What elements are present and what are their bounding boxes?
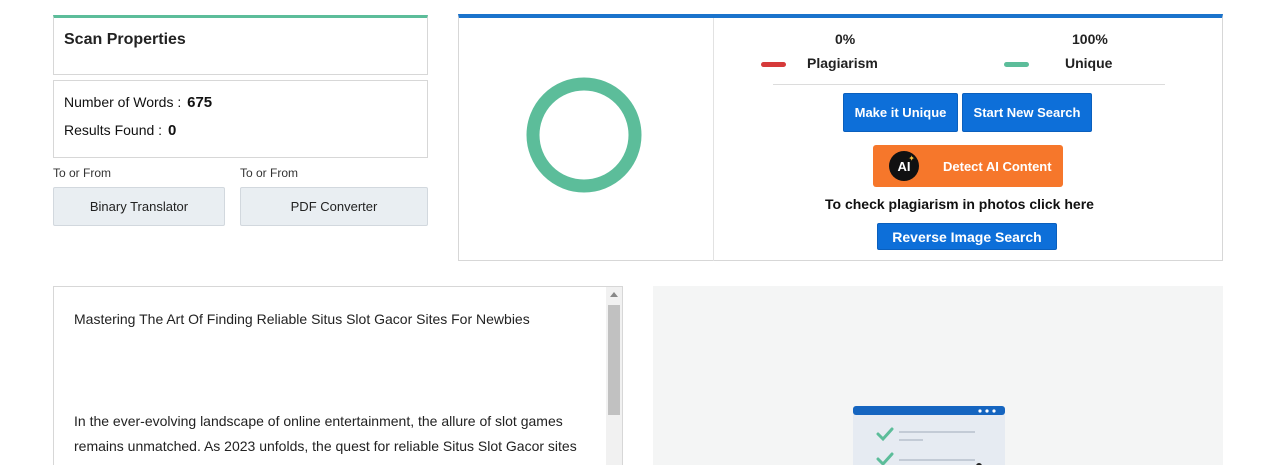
results-found-label: Results Found : [64, 122, 163, 138]
scroll-thumb[interactable] [608, 305, 620, 415]
plagiarism-legend-label: Plagiarism [807, 55, 878, 71]
scan-stats-card: Number of Words : 675 Results Found : 0 [53, 80, 428, 158]
illustration-panel [653, 286, 1223, 465]
detect-ai-content-button[interactable]: AI ✦ Detect AI Content [873, 145, 1063, 187]
unique-legend-swatch [1004, 62, 1029, 67]
legend-divider [773, 84, 1165, 85]
binary-translator-button[interactable]: Binary Translator [53, 187, 225, 226]
plagiarism-percent: 0% [835, 31, 856, 47]
tool-label-pdf: To or From [240, 166, 299, 180]
content-title: Mastering The Art Of Finding Reliable Si… [74, 311, 530, 327]
ai-badge-icon: AI ✦ [889, 151, 919, 181]
tool-label-binary: To or From [53, 166, 112, 180]
start-new-search-button[interactable]: Start New Search [962, 93, 1092, 132]
word-count: Number of Words : 675 [64, 94, 212, 111]
content-body: In the ever-evolving landscape of online… [74, 413, 577, 465]
unique-legend-label: Unique [1065, 55, 1113, 71]
reverse-image-search-button[interactable]: Reverse Image Search [877, 223, 1057, 250]
results-found-value: 0 [167, 122, 177, 139]
unique-percent: 100% [1072, 31, 1108, 47]
result-donut-chart [526, 77, 642, 193]
text-scrollbar[interactable] [606, 287, 622, 465]
results-found: Results Found : 0 [64, 122, 176, 139]
word-count-value: 675 [187, 94, 213, 111]
pdf-converter-button[interactable]: PDF Converter [240, 187, 428, 226]
sparkle-icon: ✦ [908, 154, 915, 163]
checklist-document-icon [853, 406, 1005, 465]
plagiarism-legend-swatch [761, 62, 786, 67]
make-unique-button[interactable]: Make it Unique [843, 93, 958, 132]
photo-plagiarism-text: To check plagiarism in photos click here [825, 196, 1094, 212]
scroll-up-arrow-icon[interactable] [610, 292, 618, 297]
content-text-area[interactable]: Mastering The Art Of Finding Reliable Si… [53, 286, 623, 465]
scan-properties-card: Scan Properties [53, 15, 428, 75]
results-panel: 0% 100% Plagiarism Unique Make it Unique… [458, 14, 1223, 261]
scan-properties-title: Scan Properties [64, 31, 186, 48]
word-count-label: Number of Words : [64, 94, 182, 110]
results-divider [713, 18, 714, 261]
detect-ai-content-label: Detect AI Content [943, 158, 1052, 174]
donut-unique-ring [526, 77, 642, 193]
